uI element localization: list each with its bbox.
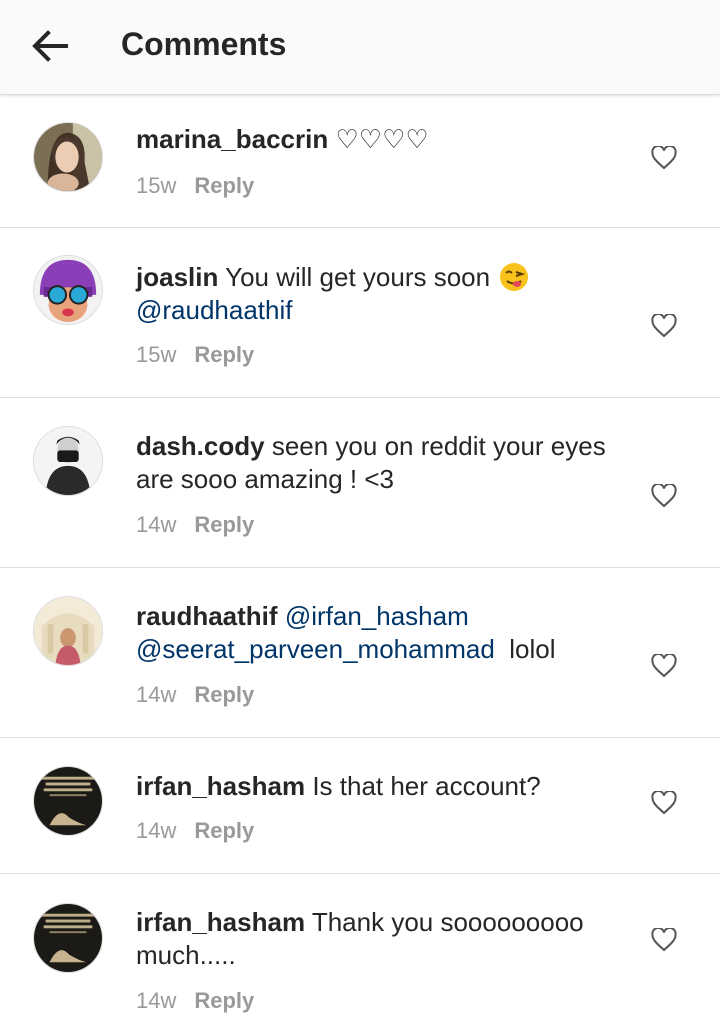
comment-username[interactable]: irfan_hasham	[136, 771, 305, 801]
avatar[interactable]	[33, 766, 103, 836]
comment-username[interactable]: joaslin	[136, 262, 218, 292]
comment-text: raudhaathif @irfan_hasham @seerat_parvee…	[136, 600, 636, 666]
page-title: Comments	[121, 26, 287, 62]
comment-meta: 15w Reply	[136, 173, 254, 199]
avatar[interactable]	[33, 426, 103, 496]
comment-body: You will get yours soon	[225, 262, 491, 292]
face-savoring-icon	[500, 263, 529, 291]
reply-button[interactable]: Reply	[194, 818, 254, 843]
comment-item: dash.cody seen you on reddit your eyes a…	[0, 398, 720, 568]
comment-time: 14w	[136, 512, 177, 537]
avatar[interactable]	[33, 255, 103, 325]
avatar[interactable]	[33, 596, 103, 666]
mention-link[interactable]: @irfan_hasham	[285, 601, 469, 631]
comment-meta: 14w Reply	[136, 988, 254, 1014]
comment-body: Is that her account?	[312, 771, 541, 801]
reply-button[interactable]: Reply	[194, 342, 254, 367]
comment-text: marina_baccrin ♡♡♡♡	[136, 123, 636, 156]
comment-time: 14w	[136, 818, 177, 843]
comment-meta: 14w Reply	[136, 818, 254, 844]
heart-icon	[651, 926, 677, 952]
reply-button[interactable]: Reply	[194, 173, 254, 198]
arrow-left-icon	[32, 30, 68, 62]
reply-button[interactable]: Reply	[194, 682, 254, 707]
heart-icon	[651, 144, 677, 170]
comment-username[interactable]: dash.cody	[136, 431, 265, 461]
comment-text: dash.cody seen you on reddit your eyes a…	[136, 430, 636, 496]
comment-time: 15w	[136, 173, 177, 198]
comment-item: irfan_hasham Is that her account? 14w Rep…	[0, 738, 720, 874]
like-button[interactable]	[651, 482, 677, 508]
reply-button[interactable]: Reply	[194, 512, 254, 537]
comment-meta: 14w Reply	[136, 682, 254, 708]
like-button[interactable]	[651, 144, 677, 170]
reply-button[interactable]: Reply	[194, 988, 254, 1013]
comment-item: raudhaathif @irfan_hasham @seerat_parvee…	[0, 568, 720, 738]
comment-item: joaslin You will get yours soon @raudhaa…	[0, 228, 720, 398]
app-header: Comments	[0, 0, 720, 95]
comment-time: 14w	[136, 682, 177, 707]
like-button[interactable]	[651, 789, 677, 815]
comment-username[interactable]: raudhaathif	[136, 601, 278, 631]
heart-icon	[651, 652, 677, 678]
like-button[interactable]	[651, 652, 677, 678]
heart-icon	[651, 482, 677, 508]
mention-link[interactable]: @seerat_parveen_mohammad	[136, 634, 495, 664]
avatar[interactable]	[33, 903, 103, 973]
heart-icon	[651, 789, 677, 815]
comment-meta: 14w Reply	[136, 512, 254, 538]
like-button[interactable]	[651, 312, 677, 338]
comment-text: irfan_hasham Is that her account?	[136, 770, 636, 803]
like-button[interactable]	[651, 926, 677, 952]
comment-text: irfan_hasham Thank you sooooooooo much..…	[136, 906, 606, 972]
comment-item: irfan_hasham Thank you sooooooooo much..…	[0, 874, 720, 1034]
comment-item: marina_baccrin ♡♡♡♡ 15w Reply	[0, 95, 720, 228]
comment-body: lolol	[509, 634, 556, 664]
comment-time: 14w	[136, 988, 177, 1013]
comment-meta: 15w Reply	[136, 342, 254, 368]
comment-time: 15w	[136, 342, 177, 367]
mention-link[interactable]: @raudhaathif	[136, 295, 293, 325]
comment-body: ♡♡♡♡	[335, 124, 429, 154]
comment-username[interactable]: irfan_hasham	[136, 907, 305, 937]
heart-icon	[651, 312, 677, 338]
comment-text: joaslin You will get yours soon @raudhaa…	[136, 260, 636, 327]
comment-username[interactable]: marina_baccrin	[136, 124, 328, 154]
back-button[interactable]	[26, 22, 74, 70]
comment-list: marina_baccrin ♡♡♡♡ 15w Reply joaslin You…	[0, 95, 720, 1034]
avatar[interactable]	[33, 122, 103, 192]
